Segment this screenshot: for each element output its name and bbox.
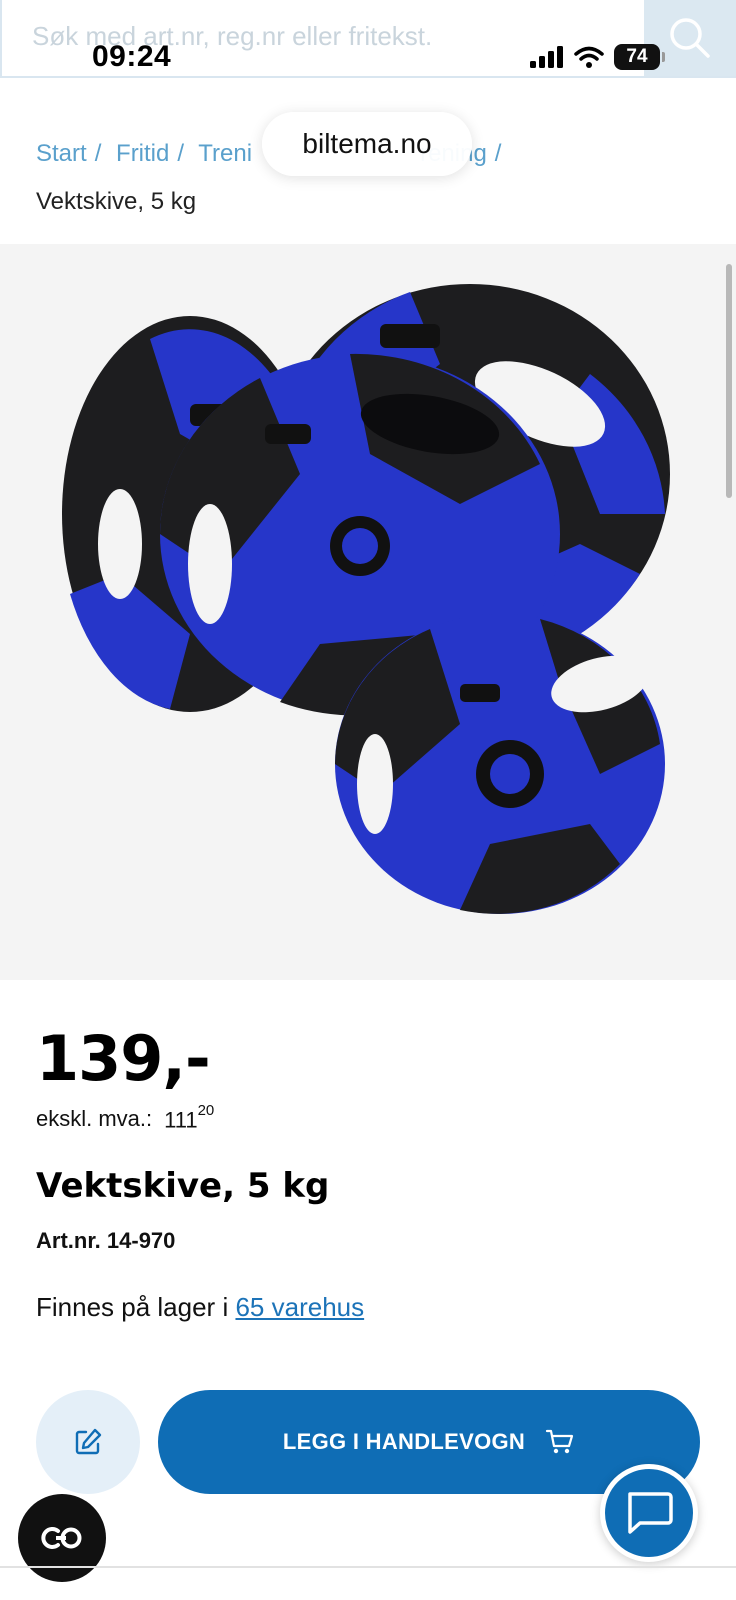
ex-vat-value: 11120 [164, 1102, 214, 1133]
edit-icon [75, 1428, 102, 1455]
article-number: Art.nr. 14-970 [36, 1228, 176, 1253]
divider [0, 1566, 736, 1568]
ex-vat-decimals: 20 [197, 1102, 215, 1119]
cart-icon [546, 1429, 574, 1454]
signal-icon [530, 46, 563, 68]
search-icon [670, 18, 710, 58]
battery-indicator: 74 [614, 44, 665, 70]
scroll-indicator[interactable] [726, 264, 732, 498]
co-icon [41, 1527, 82, 1549]
browser-domain-pill[interactable]: biltema.no [262, 112, 472, 176]
breadcrumb-separator: / [494, 140, 502, 167]
plate-front-small [335, 614, 665, 914]
product-price: 139,- [36, 1022, 211, 1095]
add-note-button[interactable] [36, 1390, 140, 1494]
chat-icon [628, 1492, 673, 1534]
add-to-cart-label: LEGG I HANDLEVOGN [282, 1429, 526, 1454]
ex-vat-whole: 111 [164, 1107, 198, 1133]
stock-text: Finnes på lager i [36, 1292, 229, 1322]
product-title: Vektskive, 5 kg [36, 1166, 330, 1206]
breadcrumb-start[interactable]: Start [36, 140, 87, 167]
co-assistant-button[interactable] [18, 1494, 106, 1582]
ex-vat-label: ekskl. mva.: [36, 1106, 153, 1131]
breadcrumb-separator: / [177, 140, 185, 167]
product-image[interactable] [0, 244, 736, 980]
chat-button[interactable] [600, 1464, 698, 1562]
weight-plates-illustration [62, 284, 670, 914]
breadcrumb-separator: / [94, 140, 102, 167]
breadcrumb-trening[interactable]: Treni [198, 140, 252, 167]
wifi-icon [574, 46, 604, 68]
stock-status: Finnes på lager i 65 varehus [36, 1292, 364, 1323]
price-ex-vat: ekskl. mva.: 11120 [36, 1102, 214, 1133]
breadcrumb-current: Vektskive, 5 kg [36, 188, 197, 215]
stock-warehouses-link[interactable]: 65 varehus [235, 1292, 364, 1322]
battery-level: 74 [626, 46, 648, 67]
status-time: 09:24 [92, 40, 172, 73]
status-icons: 74 [530, 44, 665, 70]
breadcrumb-fritid[interactable]: Fritid [116, 140, 169, 167]
